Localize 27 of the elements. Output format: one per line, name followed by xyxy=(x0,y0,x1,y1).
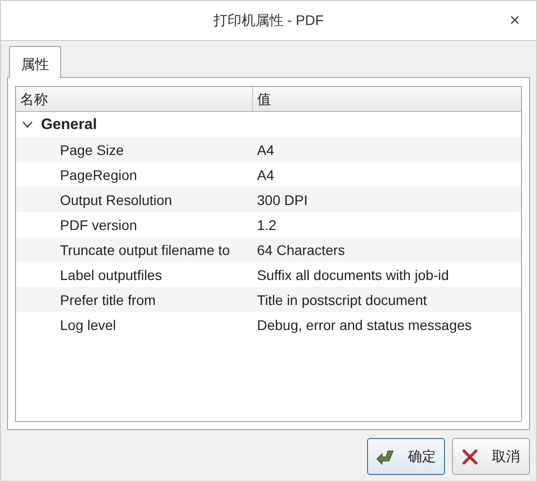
property-value[interactable]: A4 xyxy=(253,142,274,158)
column-header: 名称 xyxy=(16,87,253,111)
property-value[interactable]: Suffix all documents with job-id xyxy=(253,266,449,282)
group-label[interactable]: General xyxy=(41,116,97,133)
property-name[interactable]: Output Resolution xyxy=(16,192,253,208)
cross-icon xyxy=(462,448,478,464)
property-name[interactable]: Truncate output filename to xyxy=(16,242,253,258)
property-name[interactable]: PDF version xyxy=(16,216,253,232)
close-button[interactable]: × xyxy=(505,11,524,29)
property-value[interactable]: Debug, error and status messages xyxy=(253,316,472,332)
property-value[interactable]: 64 Characters xyxy=(253,242,345,258)
property-value[interactable]: 300 DPI xyxy=(253,192,308,208)
property-name[interactable]: Page Size xyxy=(16,142,253,158)
property-value[interactable]: 1.2 xyxy=(253,216,276,232)
chevron-icon[interactable] xyxy=(22,121,33,128)
property-name[interactable]: Prefer title from xyxy=(16,292,253,308)
property-name[interactable]: PageRegion xyxy=(16,166,253,182)
cancel-button[interactable]: 取消 xyxy=(452,438,530,475)
property-name[interactable]: Log level xyxy=(16,316,253,332)
property-value[interactable]: A4 xyxy=(253,166,274,182)
property-value[interactable]: Title in postscript document xyxy=(253,292,427,308)
property-name[interactable]: Label outputfiles xyxy=(16,266,253,282)
column-header: 值 xyxy=(256,90,272,109)
tab[interactable]: 属性 xyxy=(9,46,61,78)
window-title: 打印机属性 - PDF xyxy=(213,12,324,30)
check-arrow-icon xyxy=(376,448,394,464)
ok-button[interactable]: 确定 xyxy=(367,438,445,475)
